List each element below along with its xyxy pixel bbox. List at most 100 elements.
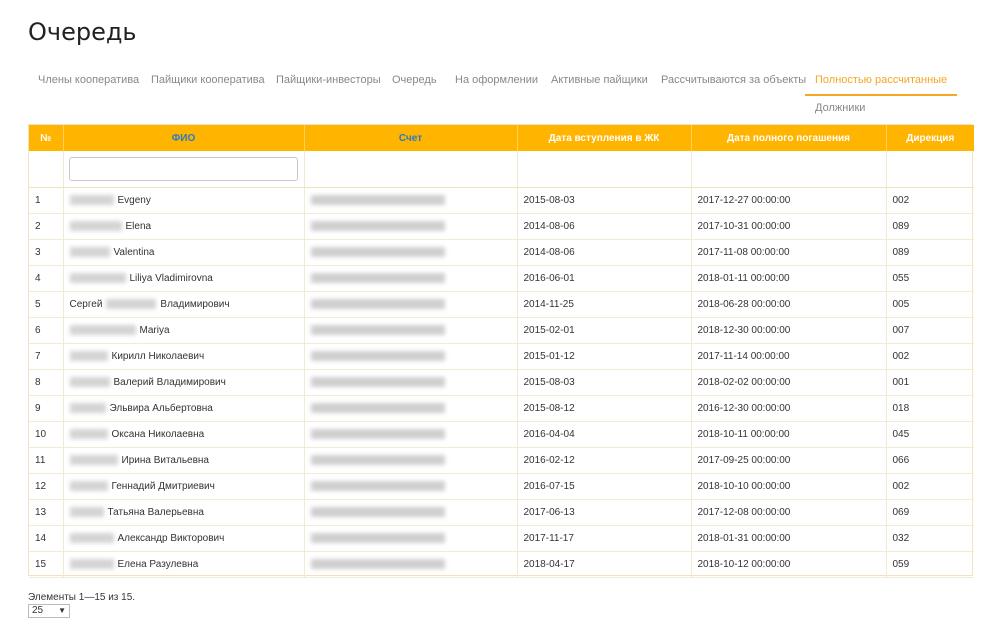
row-fio: Елена Разулевна	[63, 551, 305, 578]
row-fio: Evgeny	[63, 187, 305, 214]
tab-bar: Члены кооператива Пайщики кооператива Па…	[28, 68, 972, 124]
table-row[interactable]: 10 Оксана Николаевна 2016-04-04 2018-10-11 …	[29, 421, 974, 448]
name-text: Оксана Николаевна	[111, 428, 205, 440]
row-number: 4	[29, 265, 64, 292]
row-account	[304, 239, 518, 266]
row-number: 13	[29, 499, 64, 526]
row-fio: Liliya Vladimirovna	[63, 265, 305, 292]
redacted-account	[310, 324, 445, 335]
table-row[interactable]: 8 Валерий Владимирович 2015-08-03 2018-02-0…	[29, 369, 974, 396]
tab-in-processing[interactable]: На оформлении	[445, 68, 548, 94]
row-directorate: 089	[886, 213, 974, 240]
row-directorate: 001	[886, 369, 974, 396]
row-number: 9	[29, 395, 64, 422]
row-join-date: 2016-04-04	[517, 421, 692, 448]
tab-investor-shareholders[interactable]: Пайщики-инвесторы	[266, 68, 391, 94]
row-payoff-date: 2018-10-10 00:00:00	[691, 473, 887, 500]
row-join-date: 2017-11-17	[517, 525, 692, 552]
tab-cooperative-shareholders[interactable]: Пайщики кооператива	[141, 68, 275, 94]
tab-debtors[interactable]: Должники	[805, 96, 875, 122]
tab-cooperative-members[interactable]: Члены кооператива	[28, 68, 149, 94]
table-row[interactable]: 3 Valentina 2014-08-06 2017-11-08 00:00:00 0…	[29, 239, 974, 266]
row-account	[304, 395, 518, 422]
row-join-date: 2016-07-15	[517, 473, 692, 500]
table-row[interactable]: 5 Сергей Владимирович 2014-11-25 2018-06-28 …	[29, 291, 974, 318]
name-text: Кирилл Николаевич	[111, 350, 205, 362]
redacted-account	[310, 272, 445, 283]
row-fio: Александр Викторович	[63, 525, 305, 552]
row-join-date: 2015-08-03	[517, 187, 692, 214]
row-payoff-date: 2018-02-02 00:00:00	[691, 369, 887, 396]
row-account	[304, 447, 518, 474]
table-row[interactable]: 7 Кирилл Николаевич 2015-01-12 2017-11-14 0…	[29, 343, 974, 370]
row-directorate: 059	[886, 551, 974, 578]
column-header-account[interactable]: Счет	[304, 125, 518, 151]
tab-queue[interactable]: Очередь	[382, 68, 447, 94]
table-row[interactable]: 1 Evgeny 2015-08-03 2017-12-27 00:00:00 002	[29, 187, 974, 214]
name-text: Evgeny	[117, 194, 151, 206]
row-number: 3	[29, 239, 64, 266]
row-fio: Кирилл Николаевич	[63, 343, 305, 370]
redacted-account	[310, 220, 445, 231]
row-join-date: 2016-02-12	[517, 447, 692, 474]
redacted-surname	[69, 558, 114, 569]
redacted-surname	[69, 480, 108, 491]
table-row[interactable]: 11 Ирина Витальевна 2016-02-12 2017-09-25 0…	[29, 447, 974, 474]
name-text: Mariya	[139, 324, 170, 336]
row-directorate: 018	[886, 395, 974, 422]
row-directorate: 069	[886, 499, 974, 526]
tab-fully-paid[interactable]: Полностью рассчитанные	[805, 68, 958, 96]
redacted-surname	[69, 220, 122, 231]
name-text: Valentina	[113, 246, 155, 258]
table-row[interactable]: 15 Елена Разулевна 2018-04-17 2018-10-12 00…	[29, 551, 974, 578]
redacted-surname	[69, 194, 114, 205]
column-header-fio[interactable]: ФИО	[63, 125, 305, 151]
row-join-date: 2015-08-03	[517, 369, 692, 396]
row-join-date: 2016-06-01	[517, 265, 692, 292]
row-account	[304, 551, 518, 578]
row-payoff-date: 2018-12-30 00:00:00	[691, 317, 887, 344]
page-size-select[interactable]: 25 ▼	[28, 604, 70, 618]
page-title: Очередь	[28, 18, 137, 46]
page-size-value: 25	[32, 605, 44, 616]
name-text: Валерий Владимирович	[113, 376, 226, 388]
row-number: 10	[29, 421, 64, 448]
row-account	[304, 369, 518, 396]
row-join-date: 2014-08-06	[517, 213, 692, 240]
redacted-surname	[69, 532, 114, 543]
redacted-account	[310, 376, 445, 387]
fio-filter-input[interactable]	[68, 156, 298, 181]
row-account	[304, 265, 518, 292]
name-text: Ирина Витальевна	[121, 454, 210, 466]
row-payoff-date: 2017-10-31 00:00:00	[691, 213, 887, 240]
row-directorate: 055	[886, 265, 974, 292]
table-row[interactable]: 14 Александр Викторович 2017-11-17 2018-01-…	[29, 525, 974, 552]
first-name: Сергей	[69, 298, 103, 310]
row-account	[304, 343, 518, 370]
row-account	[304, 213, 518, 240]
row-fio: Valentina	[63, 239, 305, 266]
row-number: 12	[29, 473, 64, 500]
table-row[interactable]: 6 Mariya 2015-02-01 2018-12-30 00:00:00 007	[29, 317, 974, 344]
row-number: 2	[29, 213, 64, 240]
table-row[interactable]: 12 Геннадий Дмитриевич 2016-07-15 2018-10-1…	[29, 473, 974, 500]
redacted-surname	[69, 376, 110, 387]
table-row[interactable]: 4 Liliya Vladimirovna 2016-06-01 2018-01-11…	[29, 265, 974, 292]
tab-active-shareholders[interactable]: Активные пайщики	[541, 68, 658, 94]
table-row[interactable]: 2 Elena 2014-08-06 2017-10-31 00:00:00 089	[29, 213, 974, 240]
table-row[interactable]: 13 Татьяна Валерьевна 2017-06-13 2017-12-08…	[29, 499, 974, 526]
redacted-surname	[69, 402, 106, 413]
row-fio: Elena	[63, 213, 305, 240]
tab-paying-for-objects[interactable]: Рассчитываются за объекты	[651, 68, 816, 94]
row-payoff-date: 2018-06-28 00:00:00	[691, 291, 887, 318]
row-number: 15	[29, 551, 64, 578]
table-row[interactable]: 9 Эльвира Альбертовна 2015-08-12 2016-12-30…	[29, 395, 974, 422]
row-account	[304, 421, 518, 448]
row-account	[304, 291, 518, 318]
column-header-number: №	[29, 125, 64, 151]
chevron-down-icon: ▼	[58, 606, 66, 615]
row-fio: Mariya	[63, 317, 305, 344]
redacted-account	[310, 532, 445, 543]
redacted-surname	[69, 324, 136, 335]
filter-row	[29, 151, 974, 188]
